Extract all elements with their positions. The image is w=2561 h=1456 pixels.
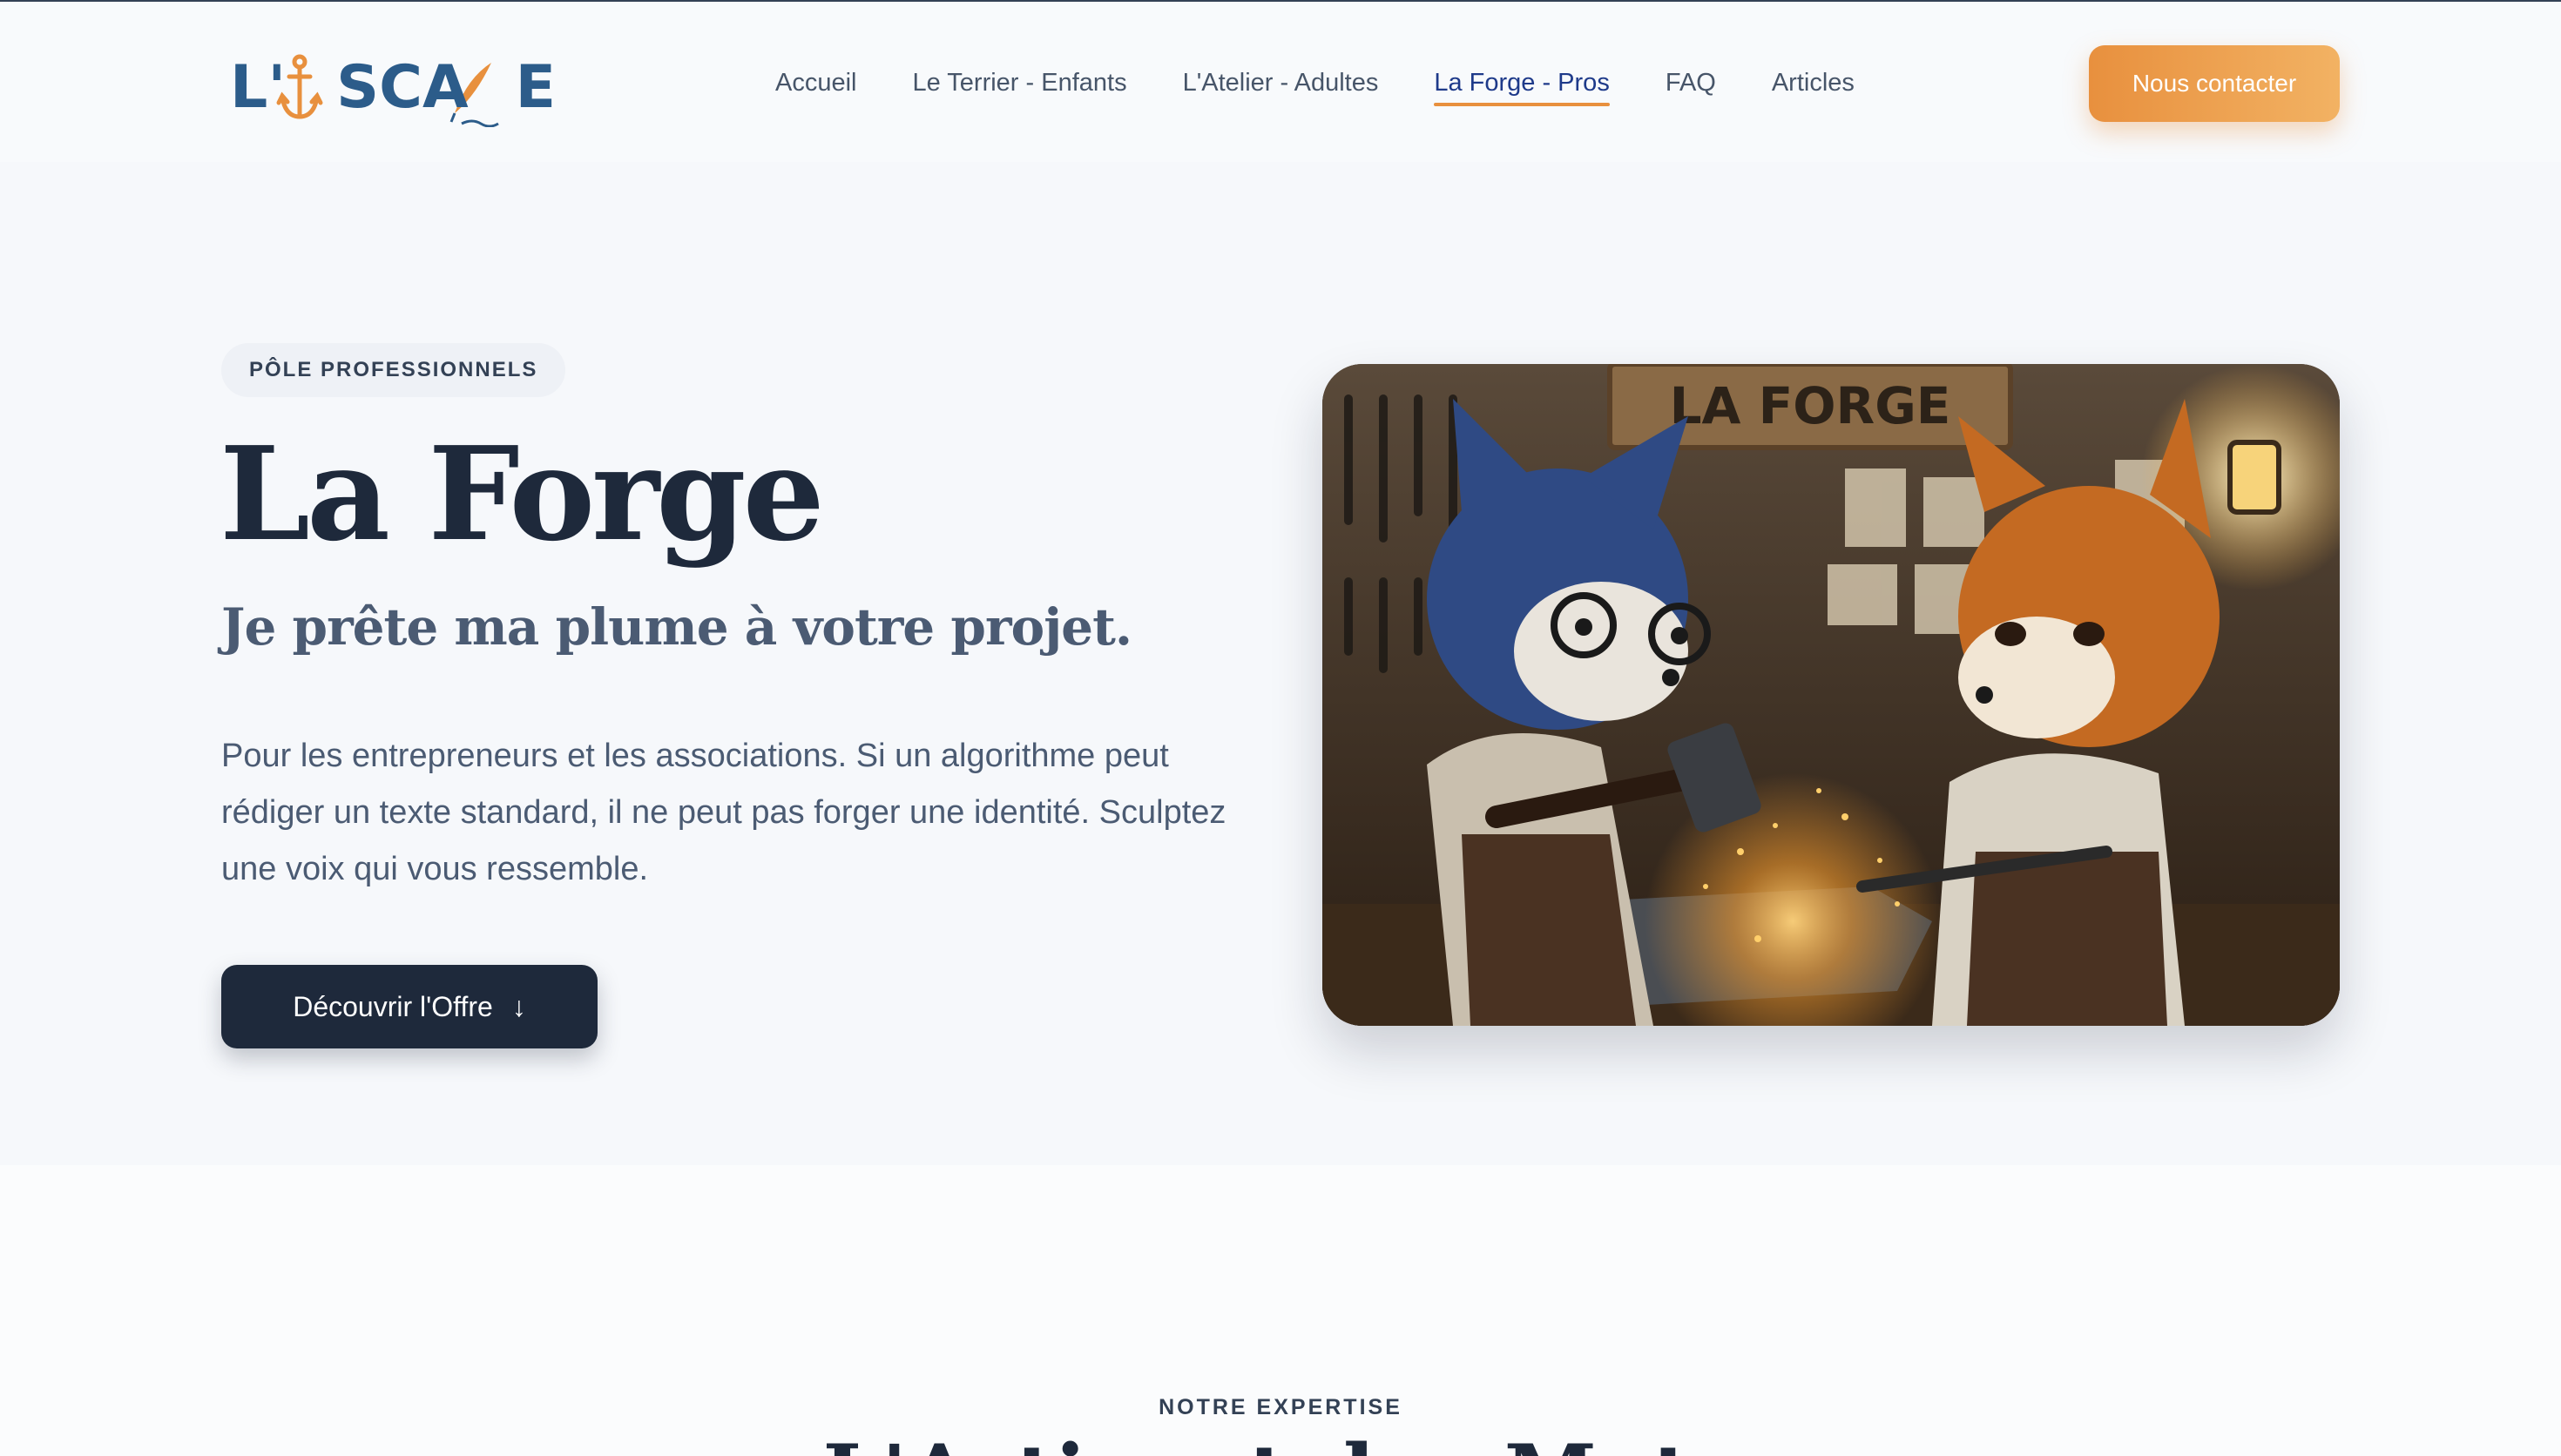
expertise-section: NOTRE EXPERTISE L'Artisant des Mots: [0, 1165, 2561, 1456]
logo-letters-l: L': [230, 53, 287, 122]
contact-button[interactable]: Nous contacter: [2089, 45, 2340, 122]
hero-subtitle: Je prête ma plume à votre projet.: [221, 597, 1132, 657]
expertise-title: L'Artisant des Mots: [0, 1426, 2561, 1456]
logo[interactable]: L'ESCALE L'SCAE: [221, 49, 556, 127]
expertise-eyebrow: NOTRE EXPERTISE: [1159, 1395, 1402, 1419]
arrow-down-icon: ↓: [511, 990, 526, 1022]
discover-offer-label: Découvrir l'Offre: [293, 990, 493, 1022]
nav-accueil[interactable]: Accueil: [775, 52, 857, 113]
hero-eyebrow-badge: PÔLE PROFESSIONNELS: [221, 343, 566, 397]
nav-forge-pros[interactable]: La Forge - Pros: [1434, 52, 1611, 113]
discover-offer-button[interactable]: Découvrir l'Offre ↓: [221, 965, 598, 1048]
hero-description: Pour les entrepreneurs et les associatio…: [221, 738, 1226, 887]
page-title: La Forge: [220, 418, 825, 570]
nav-atelier-adultes[interactable]: L'Atelier - Adultes: [1183, 52, 1379, 113]
forge-sign-text: LA FORGE: [1670, 376, 1951, 435]
logo-letters-e: E: [515, 53, 557, 122]
logo-letters-sca: SCA: [336, 53, 469, 122]
main-nav: Accueil Le Terrier - Enfants L'Atelier -…: [775, 52, 1910, 113]
nav-terrier-enfants[interactable]: Le Terrier - Enfants: [913, 52, 1127, 113]
hero-illustration: LA FORGE: [1322, 364, 2340, 1026]
hero-section: PÔLE PROFESSIONNELS La Forge Je prête ma…: [0, 162, 2561, 1165]
site-header: L'ESCALE L'SCAE Accueil Le Terrier - Enf…: [0, 2, 2561, 162]
nav-faq[interactable]: FAQ: [1666, 52, 1716, 113]
nav-articles[interactable]: Articles: [1772, 52, 1855, 113]
